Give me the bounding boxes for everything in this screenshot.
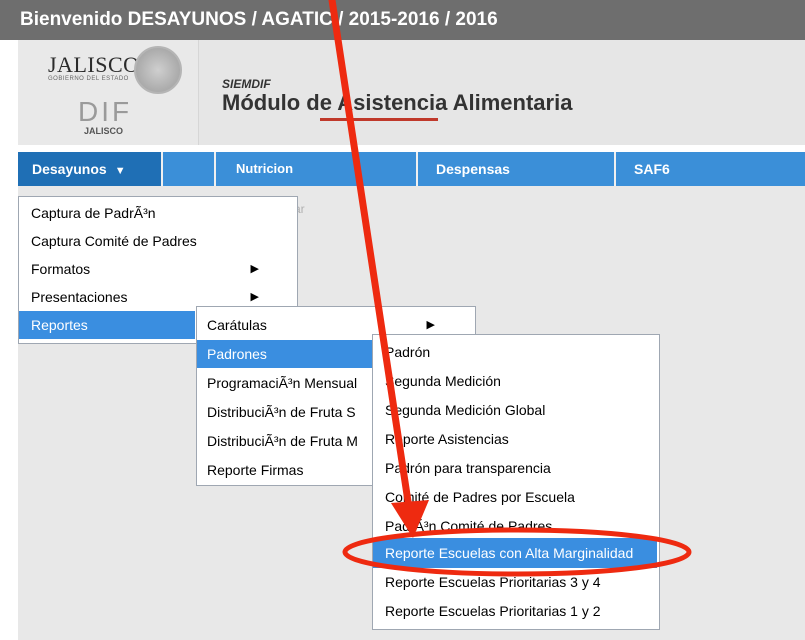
menu-item-distribucion-m[interactable]: DistribuciÃ³n de Fruta M (197, 427, 373, 455)
menu-item-label: Comité de Padres por Escuela (385, 489, 575, 505)
menu-item-comite-padres-escuela[interactable]: Comité de Padres por Escuela (373, 483, 657, 511)
menu-item-programacion[interactable]: ProgramaciÃ³n Mensual (197, 369, 373, 397)
module-title-underline (320, 118, 438, 121)
menu-item-padron[interactable]: Padrón (373, 338, 657, 366)
submenu-arrow-icon: ▶ (250, 263, 259, 275)
menu-item-label: DistribuciÃ³n de Fruta M (207, 433, 358, 449)
dropdown-arrow-icon: ▼ (114, 165, 126, 177)
menu-item-label: Reporte Asistencias (385, 431, 509, 447)
menu-item-label: Segunda Medición (385, 373, 501, 389)
menu-item-label: Padrones (207, 346, 267, 362)
menu-item-label: DistribuciÃ³n de Fruta S (207, 404, 356, 420)
menu-item-label: Padrón (385, 344, 431, 360)
menu-item-reporte-firmas[interactable]: Reporte Firmas (197, 456, 373, 484)
dif-logo-text: DIF (78, 96, 133, 127)
gobierno-logo-text: GOBIERNO DEL ESTADO (48, 76, 129, 82)
menu-item-label: PadrÃ³n Comité de Padres (385, 518, 553, 534)
tab-nutricion[interactable]: Nutricion (216, 152, 418, 186)
menu-item-captura-padron[interactable]: Captura de PadrÃ³n (19, 199, 297, 227)
menu-item-label: Reporte Escuelas con Alta Marginalidad (385, 545, 634, 561)
menu-item-label: Carátulas (207, 317, 267, 333)
tab-saf6[interactable]: SAF6 (616, 152, 805, 186)
menu-item-distribucion-s[interactable]: DistribuciÃ³n de Fruta S (197, 398, 373, 426)
menu-item-escuelas-prioritarias-1-2[interactable]: Reporte Escuelas Prioritarias 1 y 2 (373, 597, 657, 625)
menu-item-label: Padrón para transparencia (385, 460, 551, 476)
menu-item-label: Reporte Escuelas Prioritarias 1 y 2 (385, 603, 601, 619)
logo-panel: JALISCO GOBIERNO DEL ESTADO DIF JALISCO (18, 40, 199, 145)
jalisco-logo-text: JALISCO (48, 52, 140, 77)
menu-item-label: Reporte Escuelas Prioritarias 3 y 4 (385, 574, 601, 590)
menu-item-escuelas-alta-marginalidad[interactable]: Reporte Escuelas con Alta Marginalidad (373, 538, 657, 568)
window-title: Bienvenido DESAYUNOS / AGATIC / 2015-201… (20, 9, 498, 30)
module-title: Módulo de Asistencia Alimentaria (222, 90, 573, 115)
state-seal-icon (134, 46, 182, 94)
menu-item-formatos[interactable]: Formatos ▶ (19, 255, 297, 283)
menu-item-padrones[interactable]: Padrones (197, 340, 373, 368)
menu-item-reporte-asistencias[interactable]: Reporte Asistencias (373, 425, 657, 453)
menu-item-label: Captura Comité de Padres (31, 233, 197, 249)
tab-desayunos-label: Desayunos (32, 161, 107, 177)
menu-item-label: ProgramaciÃ³n Mensual (207, 375, 358, 391)
tab-saf6-label: SAF6 (634, 161, 670, 177)
window-titlebar: Bienvenido DESAYUNOS / AGATIC / 2015-201… (0, 0, 805, 40)
left-margin (0, 40, 18, 640)
tab-despensas-label: Despensas (436, 161, 510, 177)
menu-item-label: Segunda Medición Global (385, 402, 546, 418)
tab-desayunos[interactable]: Desayunos ▼ (18, 152, 163, 186)
siemdif-logo: SIEMDIF (222, 77, 271, 91)
tab-despensas[interactable]: Despensas (418, 152, 616, 186)
tab-nutricion-label: Nutricion (236, 161, 294, 176)
menu-item-escuelas-prioritarias-3-4[interactable]: Reporte Escuelas Prioritarias 3 y 4 (373, 568, 657, 596)
menu-item-label: Reporte Firmas (207, 462, 304, 478)
menu-item-reportes[interactable]: Reportes (19, 311, 195, 339)
menu-item-segunda-medicion-global[interactable]: Segunda Medición Global (373, 396, 657, 424)
menu-item-label: Formatos (31, 261, 91, 277)
nav-spacer (163, 152, 216, 186)
menu-item-segunda-medicion[interactable]: Segunda Medición (373, 367, 657, 395)
menu-item-label: Presentaciones (31, 289, 128, 305)
menu-item-padron-transparencia[interactable]: Padrón para transparencia (373, 454, 657, 482)
menu-item-padron-comite[interactable]: PadrÃ³n Comité de Padres (373, 512, 657, 540)
padrones-submenu: Padrón Segunda Medición Segunda Medición… (372, 334, 660, 630)
menu-item-label: Reportes (31, 317, 88, 333)
menu-item-label: Captura de PadrÃ³n (31, 205, 156, 221)
dif-jalisco-text: JALISCO (84, 126, 124, 136)
menu-item-captura-comite[interactable]: Captura Comité de Padres (19, 227, 297, 255)
